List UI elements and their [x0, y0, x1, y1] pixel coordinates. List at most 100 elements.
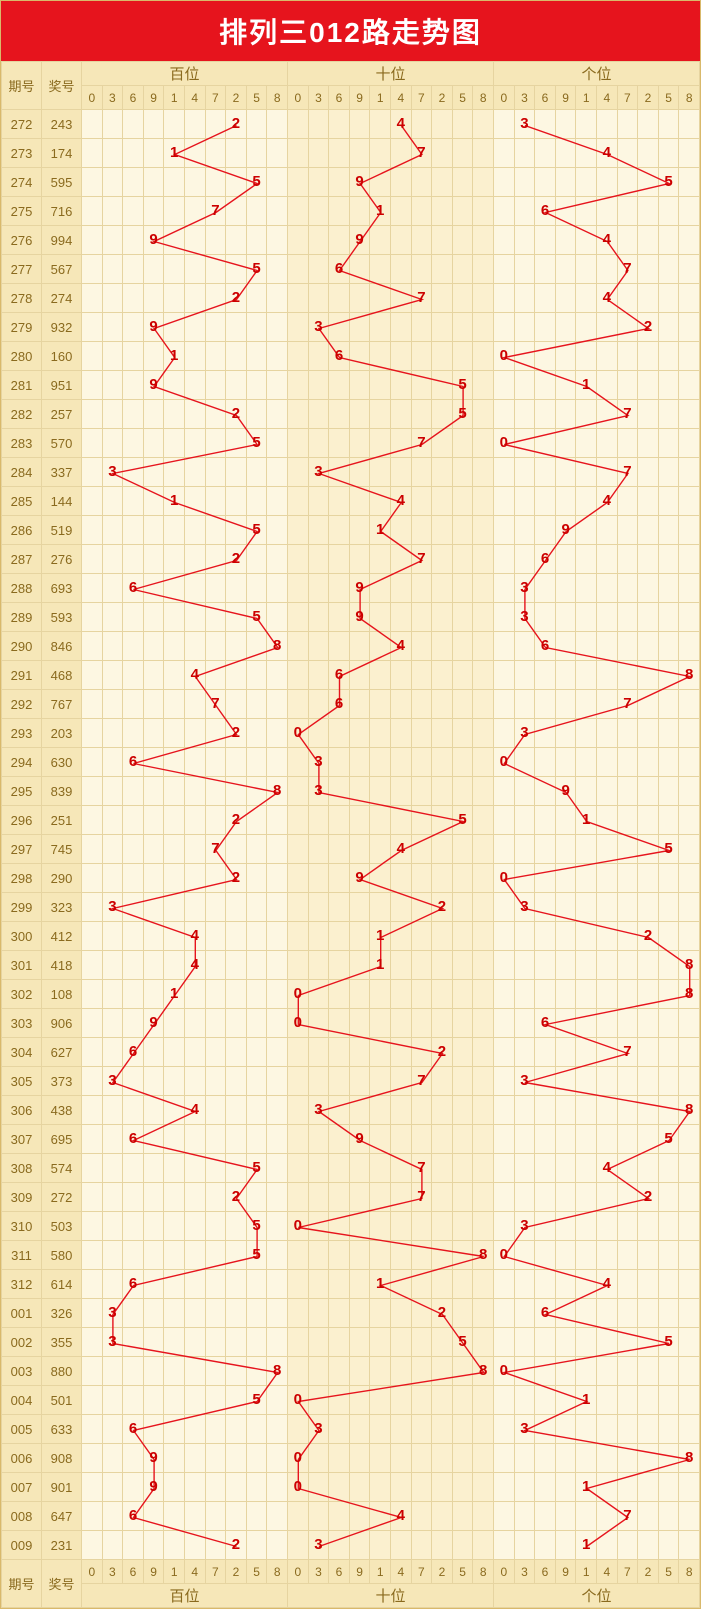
- trend-cell: [184, 255, 205, 284]
- digit-header: 4: [184, 86, 205, 110]
- trend-cell: [432, 1415, 453, 1444]
- trend-cell: [390, 1154, 411, 1183]
- trend-cell: [617, 1241, 638, 1270]
- trend-cell: [329, 748, 350, 777]
- trend-value: 1: [576, 371, 596, 399]
- trend-cell: [535, 1502, 556, 1531]
- trend-cell: 6: [329, 690, 350, 719]
- foot-group-shi: 十位: [288, 1584, 494, 1608]
- digit-header: 5: [246, 86, 267, 110]
- trend-cell: [555, 226, 576, 255]
- trend-cell: [638, 1241, 659, 1270]
- trend-cell: [267, 1473, 288, 1502]
- number-cell: 468: [42, 661, 82, 690]
- trend-cell: [267, 719, 288, 748]
- trend-cell: [514, 922, 535, 951]
- trend-cell: [308, 1328, 329, 1357]
- trend-cell: [308, 429, 329, 458]
- trend-cell: [576, 110, 597, 139]
- trend-cell: [452, 835, 473, 864]
- trend-cell: [184, 835, 205, 864]
- trend-value: 0: [288, 719, 308, 747]
- trend-cell: [329, 1386, 350, 1415]
- trend-cell: [452, 1502, 473, 1531]
- trend-cell: [411, 1241, 432, 1270]
- digit-header: 5: [452, 86, 473, 110]
- trend-cell: [617, 110, 638, 139]
- trend-cell: [205, 516, 226, 545]
- trend-value: 0: [288, 1212, 308, 1240]
- trend-cell: [555, 255, 576, 284]
- trend-cell: [638, 748, 659, 777]
- digit-header: 0: [288, 86, 309, 110]
- trend-cell: [102, 690, 123, 719]
- trend-cell: [432, 661, 453, 690]
- trend-cell: [658, 1154, 679, 1183]
- trend-cell: [494, 893, 515, 922]
- trend-cell: [411, 806, 432, 835]
- trend-cell: 4: [184, 951, 205, 980]
- trend-cell: [535, 342, 556, 371]
- trend-cell: [226, 313, 247, 342]
- trend-cell: [432, 1067, 453, 1096]
- trend-cell: [102, 197, 123, 226]
- number-cell: 519: [42, 516, 82, 545]
- trend-cell: [494, 1067, 515, 1096]
- trend-cell: [473, 139, 494, 168]
- trend-cell: [555, 1241, 576, 1270]
- trend-cell: [102, 719, 123, 748]
- trend-cell: [679, 777, 700, 806]
- trend-cell: [658, 864, 679, 893]
- trend-value: 3: [309, 458, 329, 486]
- trend-cell: [82, 835, 103, 864]
- trend-value: 9: [350, 574, 370, 602]
- trend-cell: [452, 1038, 473, 1067]
- trend-cell: [102, 110, 123, 139]
- trend-cell: [164, 922, 185, 951]
- trend-cell: [267, 893, 288, 922]
- trend-cell: [514, 487, 535, 516]
- trend-cell: [184, 1415, 205, 1444]
- trend-cell: [184, 429, 205, 458]
- trend-cell: [288, 516, 309, 545]
- trend-cell: [452, 429, 473, 458]
- trend-cell: [679, 864, 700, 893]
- period-cell: 006: [2, 1444, 42, 1473]
- number-cell: 243: [42, 110, 82, 139]
- trend-cell: 7: [617, 400, 638, 429]
- trend-value: 4: [597, 487, 617, 515]
- trend-value: 7: [412, 139, 432, 167]
- trend-cell: [638, 1473, 659, 1502]
- trend-cell: 8: [267, 1357, 288, 1386]
- period-cell: 303: [2, 1009, 42, 1038]
- trend-cell: [123, 1531, 144, 1560]
- trend-cell: [143, 110, 164, 139]
- trend-cell: [226, 1009, 247, 1038]
- trend-cell: [432, 1270, 453, 1299]
- trend-cell: [473, 1502, 494, 1531]
- table-row: 287276276: [2, 545, 700, 574]
- trend-cell: [555, 1096, 576, 1125]
- trend-cell: [535, 1038, 556, 1067]
- trend-cell: 7: [617, 1502, 638, 1531]
- trend-cell: [555, 1386, 576, 1415]
- trend-cell: [432, 1241, 453, 1270]
- table-row: 310503503: [2, 1212, 700, 1241]
- trend-cell: [246, 1444, 267, 1473]
- trend-cell: [349, 1038, 370, 1067]
- trend-cell: [184, 1502, 205, 1531]
- number-cell: 251: [42, 806, 82, 835]
- trend-cell: [329, 1357, 350, 1386]
- trend-cell: [288, 110, 309, 139]
- trend-value: 2: [226, 545, 246, 573]
- foot-digit: 3: [514, 1560, 535, 1584]
- trend-cell: [390, 1241, 411, 1270]
- trend-cell: [308, 1212, 329, 1241]
- trend-cell: [370, 429, 391, 458]
- trend-cell: [308, 110, 329, 139]
- trend-cell: [576, 864, 597, 893]
- trend-cell: [246, 1415, 267, 1444]
- trend-cell: [267, 1299, 288, 1328]
- digit-header: 6: [329, 86, 350, 110]
- trend-cell: [205, 864, 226, 893]
